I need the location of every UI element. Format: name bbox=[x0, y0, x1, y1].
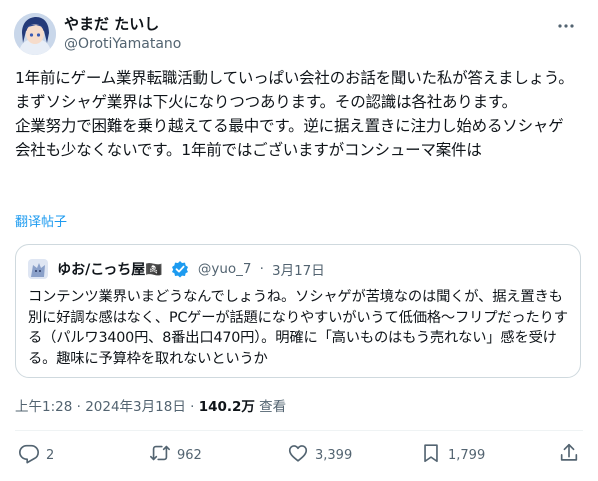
quoted-date[interactable]: 3月17日 bbox=[272, 259, 325, 279]
verified-badge-icon bbox=[171, 260, 189, 278]
tweet-meta: 上午1:28 · 2024年3月18日 · 140.2万 查看 bbox=[15, 397, 286, 417]
quoted-handle[interactable]: @yuo_7 bbox=[198, 261, 252, 277]
reply-icon bbox=[18, 442, 40, 468]
like-icon bbox=[287, 442, 309, 468]
quoted-tweet-header: ゆお/こっち屋🏴‍☠️ @yuo_7 · 3月17日 bbox=[28, 258, 325, 279]
timestamp[interactable]: 上午1:28 · 2024年3月18日 · bbox=[15, 399, 199, 415]
share-icon bbox=[558, 442, 580, 468]
views-count: 140.2万 bbox=[198, 399, 255, 415]
like-button[interactable]: 3,399 bbox=[287, 442, 352, 468]
bookmark-icon bbox=[420, 442, 442, 468]
repost-button[interactable]: 962 bbox=[149, 442, 202, 468]
like-count: 3,399 bbox=[315, 447, 353, 463]
quoted-display-name[interactable]: ゆお/こっち屋🏴‍☠️ bbox=[57, 259, 163, 279]
bookmark-button[interactable]: 1,799 bbox=[420, 442, 485, 468]
share-button[interactable] bbox=[558, 442, 580, 468]
bookmark-count: 1,799 bbox=[448, 447, 486, 463]
repost-count: 962 bbox=[177, 447, 202, 463]
tweet-text: 1年前にゲーム業界転職活動していっぱい会社のお話を聞いた私が答えましょう。 まず… bbox=[15, 69, 574, 159]
translate-link[interactable]: 翻译帖子 bbox=[15, 214, 67, 232]
quoted-separator: · bbox=[259, 260, 264, 277]
divider bbox=[15, 430, 583, 431]
reply-button[interactable]: 2 bbox=[18, 442, 54, 468]
author-display-name[interactable]: やまだ たいし bbox=[64, 14, 181, 34]
avatar[interactable] bbox=[14, 13, 56, 55]
quoted-avatar[interactable] bbox=[28, 258, 48, 279]
author-handle[interactable]: @OrotiYamatano bbox=[64, 34, 181, 54]
tweet-header: やまだ たいし @OrotiYamatano bbox=[14, 12, 584, 60]
repost-icon bbox=[149, 442, 171, 468]
quoted-tweet[interactable]: ゆお/こっち屋🏴‍☠️ @yuo_7 · 3月17日 コンテンツ業界いまどうなん… bbox=[15, 244, 581, 378]
author-block: やまだ たいし @OrotiYamatano bbox=[64, 14, 181, 54]
quoted-text: コンテンツ業界いまどうなんでしょうね。ソシャゲが苦境なのは聞くが、据え置きも別に… bbox=[28, 289, 568, 367]
reply-count: 2 bbox=[46, 447, 55, 463]
action-bar: 2 962 3,399 1,799 bbox=[15, 442, 583, 468]
more-icon[interactable] bbox=[556, 16, 576, 36]
views-label: 查看 bbox=[254, 399, 287, 415]
